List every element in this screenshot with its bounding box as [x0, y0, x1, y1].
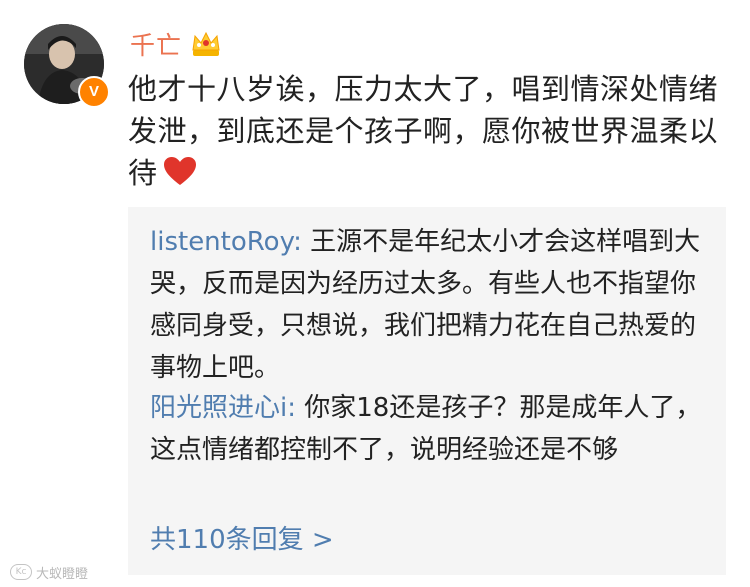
watermark-logo-icon: Kc: [10, 564, 32, 580]
post-content: 他才十八岁诶，压力太大了，唱到情深处情绪发泄，到底还是个孩子啊，愿你被世界温柔以…: [128, 68, 718, 194]
replies-panel: listentoRoy: 王源不是年纪太小才会这样唱到大哭，反而是因为经历过太多…: [128, 207, 726, 575]
crown-icon: [192, 31, 220, 56]
watermark-text: 大蚁瞪瞪: [36, 566, 89, 582]
reply-author[interactable]: listentoRoy:: [150, 227, 302, 257]
post-username[interactable]: 千亡: [130, 26, 182, 62]
watermark: Kc 大蚁瞪瞪: [10, 560, 88, 584]
reply-item: 阳光照进心i: 你家18还是孩子？那是成年人了，这点情绪都控制不了，说明经验还是…: [150, 387, 710, 471]
verified-badge: V: [78, 76, 110, 108]
post-text: 他才十八岁诶，压力太大了，唱到情深处情绪发泄，到底还是个孩子啊，愿你被世界温柔以…: [128, 72, 719, 190]
red-heart-icon: [163, 157, 196, 185]
reply-author[interactable]: 阳光照进心i:: [150, 393, 296, 423]
post-username-row: 千亡: [130, 26, 222, 62]
more-replies-link[interactable]: 共110条回复 >: [150, 519, 334, 561]
reply-item: listentoRoy: 王源不是年纪太小才会这样唱到大哭，反而是因为经历过太多…: [150, 221, 710, 389]
